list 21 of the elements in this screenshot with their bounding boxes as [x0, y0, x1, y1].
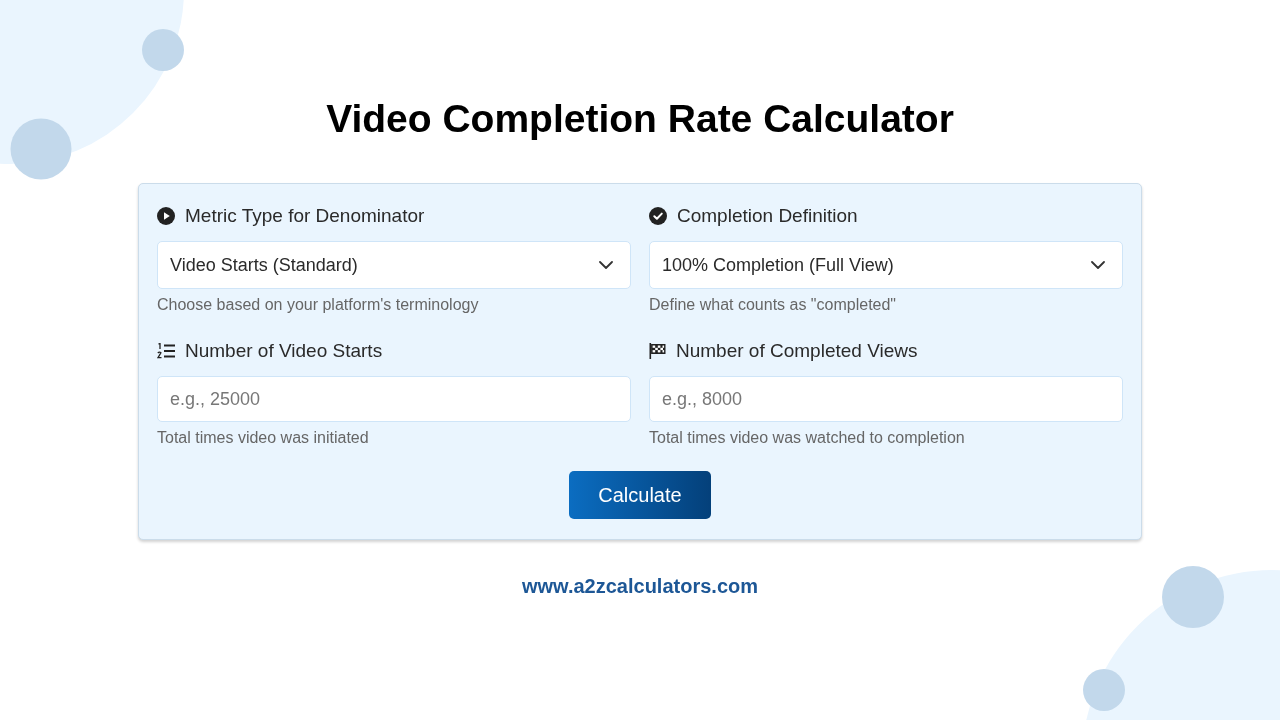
number-input[interactable]: e.g., 8000	[649, 376, 1123, 422]
chevron-down-icon	[599, 261, 613, 269]
dropdown[interactable]: 100% Completion (Full View)	[649, 241, 1123, 289]
help-text: Choose based on your platform's terminology	[157, 296, 480, 314]
help-text: Total times video was initiated	[157, 429, 370, 447]
field-label: Completion Definition	[677, 205, 858, 227]
calculate-button[interactable]: Calculate	[569, 471, 711, 519]
check-circle-icon	[649, 207, 667, 225]
chevron-down-icon	[1091, 261, 1105, 269]
page-title: Video Completion Rate Calculator	[326, 96, 954, 142]
website-url: www.a2zcalculators.com	[522, 574, 758, 598]
checkered-flag-icon	[649, 343, 666, 359]
help-text: Define what counts as "completed"	[649, 296, 898, 314]
dropdown[interactable]: Video Starts (Standard)	[157, 241, 631, 289]
field-label: Number of Completed Views	[676, 340, 918, 362]
number-input[interactable]: e.g., 25000	[157, 376, 631, 422]
field-label: Number of Video Starts	[185, 340, 383, 362]
play-icon	[157, 207, 175, 225]
numbered-list-icon	[157, 343, 175, 359]
help-text: Total times video was watched to completion	[649, 429, 966, 447]
field-label: Metric Type for Denominator	[185, 205, 425, 227]
